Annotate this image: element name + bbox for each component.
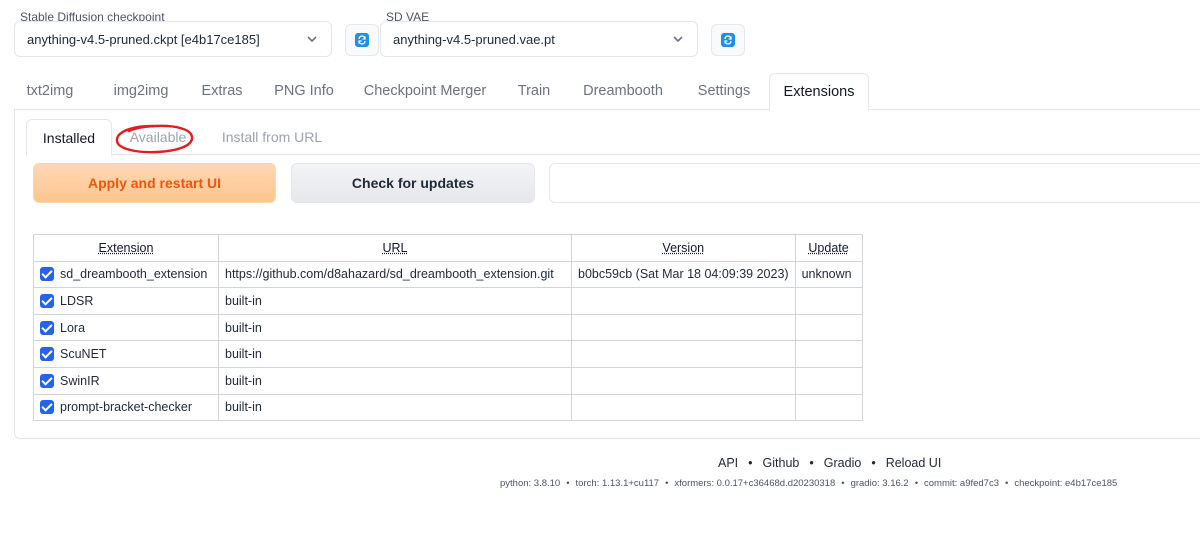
url-cell: https://github.com/d8ahazard/sd_dreamboo… [218,260,572,289]
extensions-sub-tab-bar: Installed Available Install from URL [26,119,1200,156]
table-row: ScuNET built-in [33,340,863,368]
extension-enabled-checkbox[interactable] [40,400,54,415]
check-for-updates-button[interactable]: Check for updates [291,163,535,203]
main-tab-bar: txt2img img2img Extras PNG Info Checkpoi… [14,73,1200,111]
checkpoint-value: anything-v4.5-pruned.ckpt [e4b17ce185] [27,31,260,47]
table-row: SwinIR built-in [33,366,863,395]
extension-name: LDSR [60,293,94,308]
separator-dot: • [871,456,876,470]
tab-available[interactable]: Available [120,119,196,155]
chevron-down-icon [307,36,317,43]
version-cell: b0bc59cb (Sat Mar 18 04:09:39 2023) [571,260,796,289]
extension-enabled-checkbox[interactable] [40,267,54,282]
extension-name: ScuNET [60,347,107,362]
footer-link-reload-ui[interactable]: Reload UI [886,456,942,470]
tab-train[interactable]: Train [514,73,554,110]
table-row: Lora built-in [33,313,863,342]
extension-enabled-checkbox[interactable] [40,347,54,362]
update-cell [794,287,863,315]
vae-refresh-button[interactable] [711,24,745,56]
column-header-extension: Extension [33,234,219,262]
footer-links: API • Github • Gradio • Reload UI [718,456,941,470]
separator-dot: • [748,456,753,470]
checkpoint-hash: checkpoint: e4b17ce185 [1014,478,1118,489]
extension-name: Lora [60,320,86,335]
separator-dot: • [841,478,845,489]
update-cell [794,393,863,422]
tab-txt2img[interactable]: txt2img [19,73,81,110]
separator-dot: • [1005,478,1009,489]
tab-extensions[interactable]: Extensions [769,73,869,111]
tab-checkpoint-merger[interactable]: Checkpoint Merger [361,73,489,110]
url-cell: built-in [218,393,572,422]
extension-cell: ScuNET [33,340,219,368]
url-cell: built-in [218,287,572,315]
xformers-version: xformers: 0.0.17+c36468d.d20230318 [674,478,836,489]
table-row: LDSR built-in [33,287,863,315]
extensions-table: Extension URL Version Update sd_dreamboo… [33,234,863,422]
tab-img2img[interactable]: img2img [106,73,176,110]
update-cell [794,313,863,342]
table-row: sd_dreambooth_extension https://github.c… [33,260,863,289]
tab-install-from-url[interactable]: Install from URL [214,119,330,155]
table-header-row: Extension URL Version Update [33,234,863,262]
footer-link-github[interactable]: Github [763,456,800,470]
version-cell [571,340,796,368]
extension-cell: LDSR [33,287,219,315]
refresh-icon [721,33,735,47]
tab-installed[interactable]: Installed [26,119,112,156]
python-version: python: 3.8.10 [500,478,561,489]
column-header-update: Update [794,234,863,262]
update-cell [794,340,863,368]
apply-and-restart-button[interactable]: Apply and restart UI [33,163,276,203]
extension-name: sd_dreambooth_extension [60,267,208,282]
column-header-version: Version [571,234,796,262]
version-cell [571,366,796,395]
update-cell: unknown [794,260,863,289]
extension-name: SwinIR [60,373,100,388]
update-cell [794,366,863,395]
gradio-version: gradio: 3.16.2 [850,478,909,489]
vae-value: anything-v4.5-pruned.vae.pt [393,31,555,47]
separator-dot: • [914,478,919,489]
version-cell [571,287,796,315]
column-header-url: URL [218,234,572,262]
separator-dot: • [665,478,669,489]
url-cell: built-in [218,340,572,368]
checkpoint-refresh-button[interactable] [345,24,379,56]
checkpoint-dropdown[interactable]: anything-v4.5-pruned.ckpt [e4b17ce185] [14,21,332,57]
table-row: prompt-bracket-checker built-in [33,393,863,422]
separator-dot: • [566,478,570,489]
version-info: python: 3.8.10 • torch: 1.13.1+cu117 • xform… [500,478,1117,489]
extension-cell: SwinIR [33,366,219,395]
extension-enabled-checkbox[interactable] [40,320,54,335]
extension-cell: Lora [33,313,219,342]
footer-link-gradio[interactable]: Gradio [824,456,862,470]
extension-enabled-checkbox[interactable] [40,293,54,308]
version-cell [571,313,796,342]
extension-cell: prompt-bracket-checker [33,393,219,422]
url-cell: built-in [218,313,572,342]
separator-dot: • [809,456,814,470]
extension-cell: sd_dreambooth_extension [33,260,219,289]
version-cell [571,393,796,422]
refresh-icon [355,33,369,47]
chevron-down-icon [673,36,683,43]
tab-extras[interactable]: Extras [198,73,246,110]
status-output-box [549,163,1200,203]
tab-png-info[interactable]: PNG Info [271,73,337,110]
extension-name: prompt-bracket-checker [60,400,192,415]
commit-hash: commit: a9fed7c3 [924,478,999,489]
url-cell: built-in [218,366,572,395]
torch-version: torch: 1.13.1+cu117 [575,478,660,489]
vae-dropdown[interactable]: anything-v4.5-pruned.vae.pt [380,21,698,57]
tab-settings[interactable]: Settings [691,73,757,110]
footer-link-api[interactable]: API [718,456,738,470]
tab-dreambooth[interactable]: Dreambooth [580,73,666,110]
extension-enabled-checkbox[interactable] [40,373,54,388]
